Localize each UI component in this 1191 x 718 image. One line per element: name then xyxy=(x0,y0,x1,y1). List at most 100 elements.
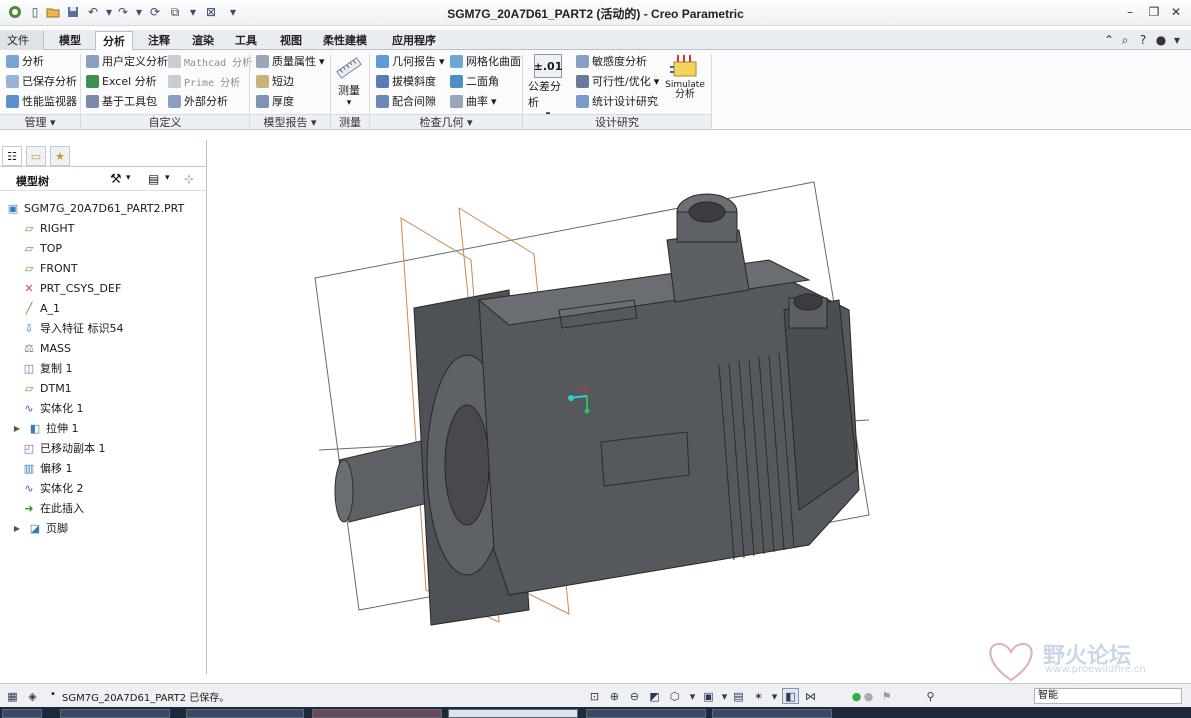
mesh-surface-button[interactable]: 网格化曲面 xyxy=(450,52,521,70)
taskbar-app[interactable] xyxy=(186,709,304,718)
help-icon[interactable]: ? xyxy=(1136,33,1150,47)
saved-orientations-icon[interactable]: ⬡ xyxy=(666,688,683,704)
tree-item-front[interactable]: ▱ FRONT xyxy=(22,259,78,277)
group-label-model-report[interactable]: 模型报告 ▾ xyxy=(250,114,330,129)
tree-item-dtm1[interactable]: ▱ DTM1 xyxy=(22,379,72,397)
tolerance-analysis-button[interactable]: ±.01 公差分析 ▾ xyxy=(528,54,568,120)
clearance-button[interactable]: 配合间隙 xyxy=(376,92,436,110)
tree-item-right[interactable]: ▱ RIGHT xyxy=(22,219,75,237)
tab-file[interactable]: 文件 ▾ xyxy=(0,31,44,66)
tab-flexible-modeling[interactable]: 柔性建模 xyxy=(316,31,374,50)
group-label-manage[interactable]: 管理 ▾ xyxy=(0,114,80,129)
feasibility-optimization-button[interactable]: 可行性/优化 ▾ xyxy=(576,72,659,90)
tree-settings-dropdown-icon[interactable]: ▾ xyxy=(126,173,131,183)
community-icon[interactable]: ● xyxy=(1154,33,1168,47)
analysis-button[interactable]: 分析 xyxy=(6,52,44,70)
browser-toggle-icon[interactable]: ◈ xyxy=(24,688,41,704)
mathcad-analysis-button[interactable]: Mathcad 分析 xyxy=(168,52,252,70)
collapse-ribbon-icon[interactable]: ⌃ xyxy=(1102,33,1116,47)
tab-annotate[interactable]: 注释 xyxy=(141,31,177,50)
simulate-analysis-button[interactable]: Simulate 分析 xyxy=(662,52,708,100)
tree-filter-icon[interactable]: ⊹ xyxy=(184,172,194,186)
orientation-dropdown-icon[interactable]: ▾ xyxy=(684,688,701,704)
tree-columns-dropdown-icon[interactable]: ▾ xyxy=(165,173,170,183)
annotation-display-icon[interactable]: ◧ xyxy=(782,688,799,704)
tree-settings-icon[interactable]: ⚒ xyxy=(110,172,122,187)
tab-favorites[interactable]: ★ xyxy=(50,146,70,166)
taskbar-app[interactable] xyxy=(60,709,170,718)
tree-item-import-feature[interactable]: ⇩ 导入特征 标识54 xyxy=(22,319,124,337)
minimize-button[interactable]: – xyxy=(1120,3,1140,21)
tab-tools[interactable]: 工具 xyxy=(228,31,264,50)
taskbar-app[interactable] xyxy=(586,709,706,718)
tab-folder-browser[interactable]: ▭ xyxy=(26,146,46,166)
view-manager-icon[interactable]: ▤ xyxy=(730,688,747,704)
tree-item-mass[interactable]: ⚖ MASS xyxy=(22,339,71,357)
group-label-inspect-geometry[interactable]: 检查几何 ▾ xyxy=(370,114,522,129)
refit-icon[interactable]: ⊡ xyxy=(586,688,603,704)
tree-item-offset[interactable]: ▥ 偏移 1 xyxy=(22,459,73,477)
spin-center-icon[interactable]: ⋈ xyxy=(802,688,819,704)
tree-item-extrude[interactable]: ▶ ◧ 拉伸 1 xyxy=(10,419,79,437)
taskbar-app[interactable] xyxy=(712,709,832,718)
measure-button[interactable]: 测量 ▾ xyxy=(334,54,364,108)
tab-applications[interactable]: 应用程序 xyxy=(385,31,443,50)
model-render[interactable] xyxy=(209,130,1191,682)
measure-dropdown-icon[interactable]: ▾ xyxy=(347,98,352,108)
zoom-in-icon[interactable]: ⊕ xyxy=(606,688,623,704)
repaint-icon[interactable]: ◩ xyxy=(646,688,663,704)
tab-render[interactable]: 渲染 xyxy=(185,31,221,50)
help-dropdown-icon[interactable]: ▾ xyxy=(1170,33,1184,47)
geometry-report-button[interactable]: 几何报告 ▾ xyxy=(376,52,445,70)
tree-item-footer[interactable]: ▶ ◪ 页脚 xyxy=(10,519,68,537)
tab-view[interactable]: 视图 xyxy=(273,31,309,50)
flag-icon[interactable]: ⚑ xyxy=(878,688,895,704)
excel-analysis-button[interactable]: Excel 分析 xyxy=(86,72,157,90)
graphics-viewport[interactable]: 野火论坛 www.proewildfire.cn xyxy=(209,130,1191,682)
tree-item-label: 导入特征 标识54 xyxy=(40,322,124,335)
tree-item-csys[interactable]: ✕ PRT_CSYS_DEF xyxy=(22,279,121,297)
taskbar-app-active[interactable] xyxy=(448,709,578,718)
toolkit-based-button[interactable]: 基于工具包 xyxy=(86,92,157,110)
tolerance-icon: ±.01 xyxy=(534,54,562,78)
tree-item-moved-copy[interactable]: ◰ 已移动副本 1 xyxy=(22,439,106,457)
tree-item-solidify-1[interactable]: ∿ 实体化 1 xyxy=(22,399,83,417)
taskbar-start[interactable] xyxy=(2,709,42,718)
saved-analysis-button[interactable]: 已保存分析 xyxy=(6,72,77,90)
expand-arrow-icon[interactable]: ▶ xyxy=(10,521,24,535)
find-icon[interactable]: ⚲ xyxy=(922,688,939,704)
restore-button[interactable]: ❐ xyxy=(1144,3,1164,21)
dihedral-angle-button[interactable]: 二面角 xyxy=(450,72,499,90)
external-analysis-button[interactable]: 外部分析 xyxy=(168,92,228,110)
datum-display-icon[interactable]: ✶ xyxy=(750,688,767,704)
sensitivity-analysis-button[interactable]: 敏感度分析 xyxy=(576,52,647,70)
performance-monitor-button[interactable]: 性能监视器 xyxy=(6,92,77,110)
tree-columns-icon[interactable]: ▤ xyxy=(148,172,159,186)
statistical-design-button[interactable]: 统计设计研究 xyxy=(576,92,658,110)
short-edge-button[interactable]: 短边 xyxy=(256,72,294,90)
datum-display-dropdown-icon[interactable]: ▾ xyxy=(766,688,783,704)
tab-model-tree[interactable]: ☷ xyxy=(2,146,22,166)
thickness-button[interactable]: 厚度 xyxy=(256,92,294,110)
display-style-icon[interactable]: ▣ xyxy=(700,688,717,704)
zoom-out-icon[interactable]: ⊖ xyxy=(626,688,643,704)
tab-model[interactable]: 模型 xyxy=(52,31,88,50)
navigator-toggle-icon[interactable]: ▦ xyxy=(4,688,21,704)
search-icon[interactable]: ⌕ xyxy=(1118,33,1132,47)
tree-item-copy[interactable]: ◫ 复制 1 xyxy=(22,359,73,377)
user-defined-analysis-button[interactable]: 用户定义分析 xyxy=(86,52,168,70)
tree-item-solidify-2[interactable]: ∿ 实体化 2 xyxy=(22,479,83,497)
expand-arrow-icon[interactable]: ▶ xyxy=(10,421,24,435)
prime-analysis-button[interactable]: Prime 分析 xyxy=(168,72,240,90)
tree-item-root-part[interactable]: ▣ SGM7G_20A7D61_PART2.PRT xyxy=(6,199,184,217)
taskbar-app[interactable] xyxy=(312,709,442,718)
curvature-button[interactable]: 曲率 ▾ xyxy=(450,92,497,110)
selection-filter-dropdown[interactable]: 智能 xyxy=(1034,688,1182,704)
mass-properties-button[interactable]: 质量属性 ▾ xyxy=(256,52,325,70)
tab-analysis[interactable]: 分析 xyxy=(95,31,133,51)
tree-item-axis[interactable]: ╱ A_1 xyxy=(22,299,60,317)
close-button[interactable]: ✕ xyxy=(1166,3,1186,21)
tree-item-top[interactable]: ▱ TOP xyxy=(22,239,62,257)
tree-item-insert-here[interactable]: ➜ 在此插入 xyxy=(22,499,84,517)
draft-button[interactable]: 拔模斜度 xyxy=(376,72,436,90)
